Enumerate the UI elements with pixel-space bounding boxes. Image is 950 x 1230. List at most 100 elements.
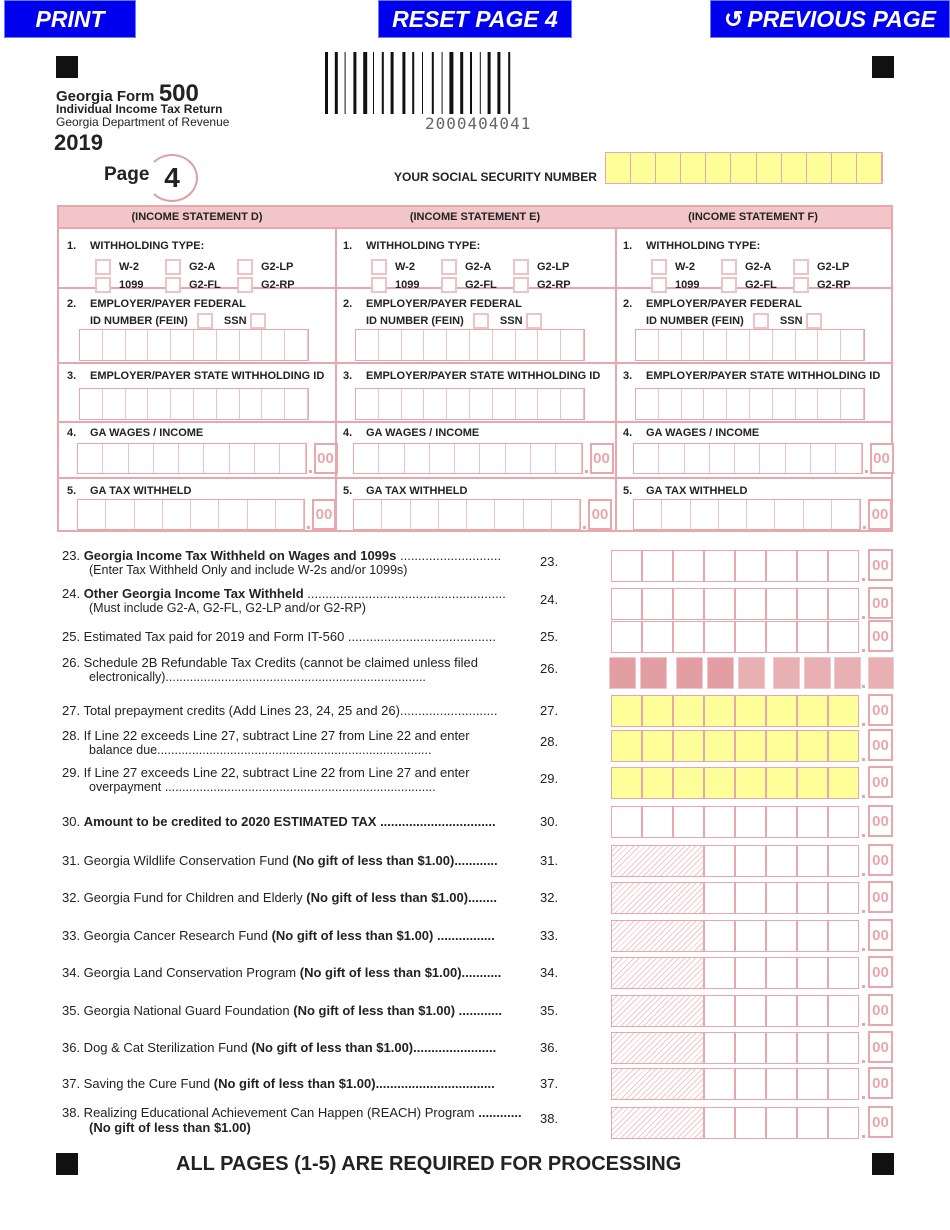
ssn-digit-box[interactable] <box>706 153 732 183</box>
withholding-type-option[interactable]: G2-FL <box>165 277 221 293</box>
digit-box[interactable] <box>828 845 859 877</box>
digit-box[interactable] <box>611 806 642 838</box>
withholding-type-option[interactable]: G2-A <box>441 259 491 275</box>
digit-box[interactable] <box>818 389 842 419</box>
digit-field[interactable] <box>77 443 307 474</box>
previous-page-button[interactable]: ↺ PREVIOUS PAGE <box>710 0 950 38</box>
digit-box[interactable] <box>106 500 135 529</box>
digit-box[interactable] <box>682 330 705 360</box>
digit-field[interactable] <box>355 388 585 420</box>
digit-box[interactable] <box>379 389 402 419</box>
checkbox[interactable] <box>793 277 809 293</box>
digit-box[interactable] <box>828 550 859 582</box>
digit-field[interactable] <box>79 388 309 420</box>
digit-box[interactable] <box>611 588 642 620</box>
checkbox[interactable] <box>371 277 387 293</box>
withholding-type-option[interactable]: G2-LP <box>513 259 569 275</box>
digit-box[interactable] <box>673 730 704 762</box>
withholding-type-option[interactable]: G2-FL <box>441 277 497 293</box>
digit-box[interactable] <box>402 389 425 419</box>
withholding-type-option[interactable]: G2-FL <box>721 277 777 293</box>
checkbox[interactable] <box>95 277 111 293</box>
withholding-type-option[interactable]: 1099 <box>371 277 419 293</box>
digit-box[interactable] <box>126 330 149 360</box>
digit-box[interactable] <box>516 330 539 360</box>
checkbox[interactable] <box>95 259 111 275</box>
digit-box[interactable] <box>561 330 584 360</box>
digit-box[interactable] <box>797 920 828 952</box>
print-button[interactable]: PRINT <box>4 0 136 38</box>
ssn-checkbox[interactable] <box>249 313 266 329</box>
withholding-type-option[interactable]: G2-LP <box>793 259 849 275</box>
digit-box[interactable] <box>797 845 828 877</box>
digit-box[interactable] <box>285 389 308 419</box>
digit-box[interactable] <box>470 389 493 419</box>
ssn-digit-box[interactable] <box>606 153 632 183</box>
ssn-digit-box[interactable] <box>781 153 807 183</box>
digit-box[interactable] <box>262 330 286 360</box>
digit-box[interactable] <box>766 920 797 952</box>
digit-box[interactable] <box>411 500 439 529</box>
digit-box[interactable] <box>836 444 862 473</box>
fein-checkbox[interactable] <box>752 313 769 329</box>
digit-box[interactable] <box>611 730 642 762</box>
digit-box[interactable] <box>103 444 129 473</box>
digit-box[interactable] <box>735 957 766 989</box>
withholding-type-option[interactable]: 1099 <box>95 277 143 293</box>
digit-box[interactable] <box>682 389 705 419</box>
digit-box[interactable] <box>194 330 217 360</box>
digit-box[interactable] <box>766 957 797 989</box>
digit-box[interactable] <box>797 550 828 582</box>
digit-box[interactable] <box>727 389 750 419</box>
digit-box[interactable] <box>766 882 797 914</box>
digit-box[interactable] <box>154 444 180 473</box>
ssn-digit-box[interactable] <box>681 153 707 183</box>
digit-box[interactable] <box>704 920 735 952</box>
digit-box[interactable] <box>766 1068 797 1100</box>
checkbox[interactable] <box>793 259 809 275</box>
digit-box[interactable] <box>773 389 796 419</box>
cents-box[interactable] <box>868 657 894 689</box>
digit-box[interactable] <box>80 330 103 360</box>
digit-box[interactable] <box>430 444 456 473</box>
digit-box[interactable] <box>704 767 735 799</box>
digit-box[interactable] <box>470 330 493 360</box>
digit-box[interactable] <box>217 330 240 360</box>
digit-box[interactable] <box>704 995 735 1027</box>
digit-box[interactable] <box>828 806 859 838</box>
digit-box[interactable] <box>735 806 766 838</box>
digit-box[interactable] <box>262 389 286 419</box>
digit-field[interactable] <box>353 443 583 474</box>
digit-box[interactable] <box>248 500 276 529</box>
digit-box[interactable] <box>804 657 831 689</box>
digit-field[interactable] <box>79 329 309 361</box>
digit-box[interactable] <box>506 444 531 473</box>
digit-box[interactable] <box>704 957 735 989</box>
withholding-type-option[interactable]: G2-RP <box>237 277 295 293</box>
ssn-digit-box[interactable] <box>731 153 757 183</box>
digit-box[interactable] <box>636 389 659 419</box>
digit-box[interactable] <box>828 957 859 989</box>
digit-box[interactable] <box>642 806 673 838</box>
digit-field[interactable] <box>633 499 861 530</box>
digit-box[interactable] <box>634 444 660 473</box>
digit-box[interactable] <box>735 444 761 473</box>
digit-box[interactable] <box>194 389 217 419</box>
digit-box[interactable] <box>524 500 552 529</box>
digit-box[interactable] <box>735 730 766 762</box>
digit-box[interactable] <box>704 330 728 360</box>
digit-box[interactable] <box>735 1032 766 1064</box>
digit-box[interactable] <box>379 444 405 473</box>
digit-box[interactable] <box>828 730 859 762</box>
digit-box[interactable] <box>797 588 828 620</box>
checkbox[interactable] <box>165 277 181 293</box>
digit-box[interactable] <box>255 444 281 473</box>
digit-box[interactable] <box>240 389 263 419</box>
digit-box[interactable] <box>640 657 667 689</box>
digit-box[interactable] <box>766 695 797 727</box>
digit-box[interactable] <box>240 330 263 360</box>
ssn-digit-box[interactable] <box>631 153 657 183</box>
digit-box[interactable] <box>735 845 766 877</box>
checkbox[interactable] <box>513 259 529 275</box>
digit-box[interactable] <box>704 588 735 620</box>
